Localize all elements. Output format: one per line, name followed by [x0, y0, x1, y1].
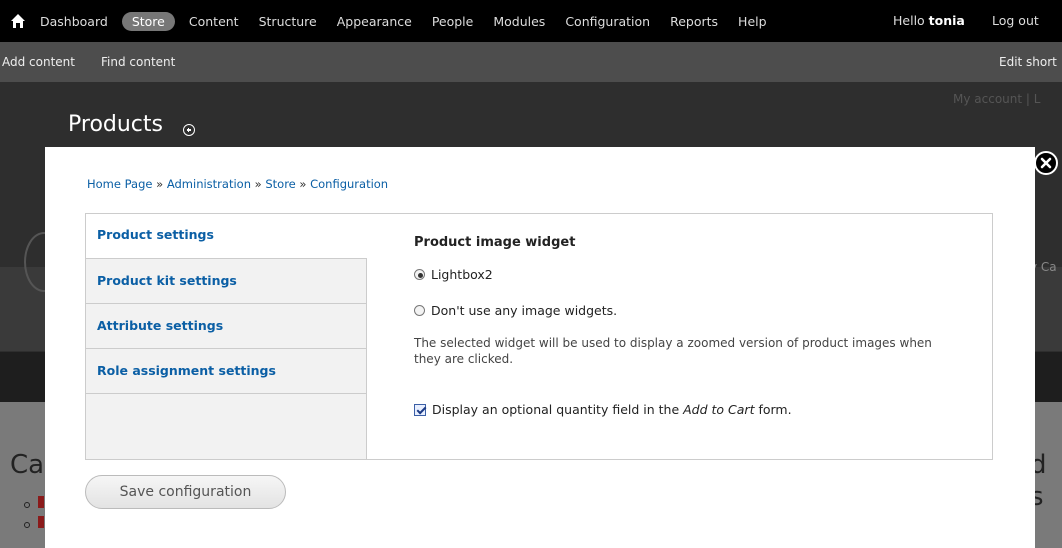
edit-shortcuts-link[interactable]: Edit short: [999, 55, 1057, 69]
quantity-field-option[interactable]: Display an optional quantity field in th…: [414, 402, 792, 417]
shortcut-bar: Add content Find content Edit short: [0, 42, 1062, 82]
vertical-tabs: Product settings Product kit settings At…: [85, 213, 993, 460]
menu-configuration[interactable]: Configuration: [565, 14, 650, 29]
breadcrumb-configuration[interactable]: Configuration: [310, 177, 388, 191]
option-label: Lightbox2: [431, 267, 493, 282]
admin-toolbar: Dashboard Store Content Structure Appear…: [0, 0, 1062, 42]
home-icon[interactable]: [10, 13, 26, 29]
background-link: [38, 496, 44, 508]
option-label: Don't use any image widgets.: [431, 303, 618, 318]
quantity-label-suffix: form.: [754, 402, 792, 417]
shortcut-find-content[interactable]: Find content: [101, 55, 175, 69]
menu-store[interactable]: Store: [121, 12, 175, 31]
shortcut-add-content[interactable]: Add content: [2, 55, 75, 69]
menu-people[interactable]: People: [432, 14, 474, 29]
logout-link[interactable]: Log out: [992, 13, 1039, 28]
tab-list: Product settings Product kit settings At…: [86, 214, 367, 459]
option-lightbox2[interactable]: Lightbox2: [414, 267, 493, 282]
menu-content[interactable]: Content: [189, 14, 239, 29]
menu-modules[interactable]: Modules: [493, 14, 545, 29]
overlay-dialog: Home Page » Administration » Store » Con…: [45, 147, 1035, 548]
quantity-checkbox[interactable]: [414, 403, 426, 416]
menu-help[interactable]: Help: [738, 14, 767, 29]
user-greeting[interactable]: Hello tonia: [893, 13, 965, 28]
breadcrumb-separator: »: [295, 177, 311, 191]
greeting-text: Hello: [893, 13, 925, 28]
background-heading: Ca: [10, 450, 45, 480]
breadcrumb: Home Page » Administration » Store » Con…: [87, 177, 388, 191]
tab-attribute-settings[interactable]: Attribute settings: [86, 304, 366, 349]
tab-product-kit-settings[interactable]: Product kit settings: [86, 259, 366, 304]
tab-product-settings[interactable]: Product settings: [86, 214, 367, 259]
widget-description: The selected widget will be used to disp…: [414, 336, 932, 366]
menu-reports[interactable]: Reports: [670, 14, 718, 29]
username[interactable]: tonia: [929, 13, 965, 28]
background-link: [38, 516, 44, 528]
quantity-label-prefix: Display an optional quantity field in th…: [432, 402, 684, 417]
bullet-icon: [24, 522, 30, 528]
save-configuration-button[interactable]: Save configuration: [85, 475, 286, 509]
quantity-label: Display an optional quantity field in th…: [432, 402, 792, 417]
bullet-icon: [24, 502, 30, 508]
radio-no-widget[interactable]: [414, 305, 425, 316]
toolbar-menu: Dashboard Store Content Structure Appear…: [40, 12, 787, 31]
tab-role-assignment-settings[interactable]: Role assignment settings: [86, 349, 366, 394]
menu-appearance[interactable]: Appearance: [337, 14, 412, 29]
menu-dashboard[interactable]: Dashboard: [40, 14, 108, 29]
add-shortcut-icon[interactable]: [183, 124, 195, 136]
breadcrumb-separator: »: [152, 177, 167, 191]
widget-legend: Product image widget: [414, 235, 576, 250]
option-no-widget[interactable]: Don't use any image widgets.: [414, 303, 617, 318]
page-title: Products: [68, 112, 163, 137]
quantity-label-emphasis: Add to Cart: [683, 402, 755, 417]
close-icon[interactable]: [1034, 151, 1058, 175]
breadcrumb-store[interactable]: Store: [265, 177, 295, 191]
breadcrumb-home[interactable]: Home Page: [87, 177, 152, 191]
breadcrumb-separator: »: [250, 177, 266, 191]
account-link: My account | L: [953, 92, 1041, 106]
breadcrumb-administration[interactable]: Administration: [167, 177, 251, 191]
radio-lightbox2[interactable]: [414, 269, 425, 280]
menu-structure[interactable]: Structure: [259, 14, 317, 29]
